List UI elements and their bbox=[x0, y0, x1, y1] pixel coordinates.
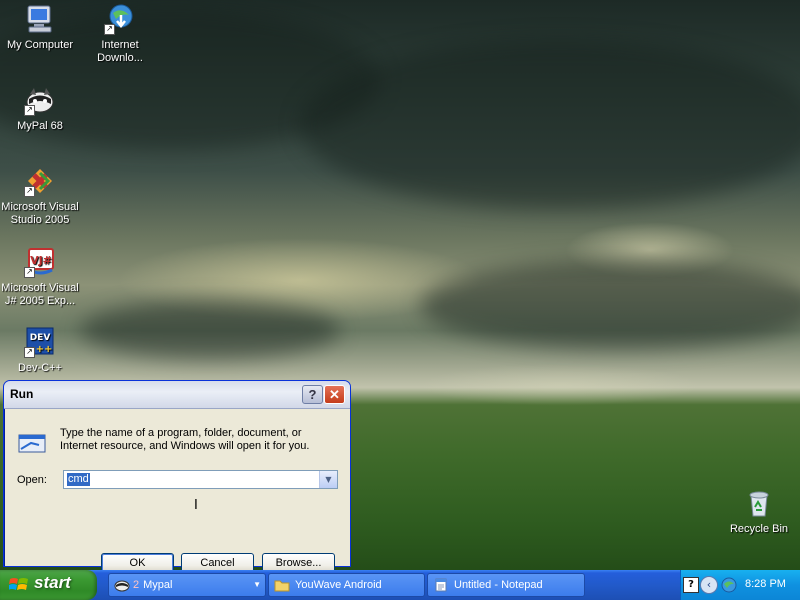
desktop-icon-mypal[interactable]: ↗ MyPal 68 bbox=[0, 84, 80, 133]
recycle-bin-icon bbox=[743, 487, 775, 519]
cancel-button[interactable]: Cancel bbox=[181, 553, 254, 570]
internet-download-manager-icon: ↗ bbox=[104, 3, 136, 35]
desktop-icon-visual-jsharp[interactable]: VJ# ↗ Microsoft Visual J# 2005 Exp... bbox=[0, 246, 80, 308]
visual-studio-icon: ↗ bbox=[24, 165, 56, 197]
dialog-title: Run bbox=[10, 387, 34, 401]
shortcut-arrow-icon: ↗ bbox=[24, 347, 35, 358]
visual-jsharp-icon: VJ# ↗ bbox=[24, 246, 56, 278]
system-tray: ? ‹ 8:28 PM bbox=[680, 570, 800, 600]
clock[interactable]: 8:28 PM bbox=[745, 578, 786, 590]
taskbar-item-label: Mypal bbox=[143, 579, 173, 591]
start-button[interactable]: start bbox=[0, 570, 97, 600]
taskbar: start 2 Mypal ▼ YouWave Android Untitled… bbox=[0, 570, 800, 600]
run-program-icon bbox=[17, 431, 49, 457]
shortcut-arrow-icon: ↗ bbox=[24, 186, 35, 197]
chevron-down-icon[interactable]: ▼ bbox=[319, 471, 337, 488]
ok-button[interactable]: OK bbox=[101, 553, 174, 570]
run-dialog-description: Type the name of a program, folder, docu… bbox=[60, 427, 310, 452]
my-computer-icon bbox=[24, 3, 56, 35]
desktop-icon-label: Dev-C++ bbox=[17, 362, 63, 374]
shortcut-arrow-icon: ↗ bbox=[24, 105, 35, 116]
desktop-icon-internet-download-manager[interactable]: ↗ Internet Downlo... bbox=[80, 3, 160, 65]
open-label: Open: bbox=[17, 474, 47, 486]
taskbar-item-label: Untitled - Notepad bbox=[454, 579, 543, 591]
dev-cpp-icon: DEV ++ ↗ bbox=[24, 326, 56, 358]
taskbar-item-label: YouWave Android bbox=[295, 579, 382, 591]
mypal-icon: ↗ bbox=[24, 84, 56, 116]
taskbar-item-mypal-group[interactable]: 2 Mypal ▼ bbox=[108, 573, 266, 597]
desktop-icon-label: Microsoft Visual J# 2005 Exp... bbox=[1, 282, 79, 307]
mypal-icon bbox=[114, 578, 130, 592]
svg-text:++: ++ bbox=[36, 344, 53, 355]
run-dialog-titlebar[interactable]: Run ? ✕ bbox=[4, 381, 350, 409]
group-count-badge: 2 bbox=[133, 579, 140, 591]
browse-button[interactable]: Browse... bbox=[262, 553, 335, 570]
shortcut-arrow-icon: ↗ bbox=[104, 24, 115, 35]
desktop-icon-label: Microsoft Visual Studio 2005 bbox=[1, 201, 79, 226]
text-cursor-icon: I bbox=[194, 498, 198, 513]
desktop-icon-label: MyPal 68 bbox=[17, 120, 63, 132]
folder-icon bbox=[274, 578, 290, 592]
start-label: start bbox=[34, 573, 71, 592]
cloud-shape bbox=[420, 260, 800, 350]
run-dialog: Run ? ✕ Type the name of a program, fold… bbox=[3, 380, 351, 570]
help-button[interactable]: ? bbox=[302, 385, 323, 404]
network-tray-icon[interactable] bbox=[721, 577, 737, 593]
shortcut-arrow-icon: ↗ bbox=[24, 267, 35, 278]
help-tray-icon[interactable]: ? bbox=[683, 577, 699, 593]
close-button[interactable]: ✕ bbox=[324, 385, 345, 404]
notepad-icon bbox=[433, 578, 449, 592]
taskbar-item-youwave[interactable]: YouWave Android bbox=[268, 573, 425, 597]
desktop-icon-recycle-bin[interactable]: Recycle Bin bbox=[719, 487, 799, 536]
desktop-icon-dev-cpp[interactable]: DEV ++ ↗ Dev-C++ bbox=[0, 326, 80, 375]
desktop-icon-my-computer[interactable]: My Computer bbox=[0, 3, 80, 52]
taskbar-item-notepad[interactable]: Untitled - Notepad bbox=[427, 573, 585, 597]
desktop: My Computer ↗ Internet Downlo... ↗ MyPal… bbox=[0, 0, 800, 570]
desktop-icon-visual-studio[interactable]: ↗ Microsoft Visual Studio 2005 bbox=[0, 165, 80, 227]
windows-logo-icon bbox=[8, 576, 29, 594]
svg-text:VJ#: VJ# bbox=[30, 254, 52, 267]
open-input-value[interactable]: cmd bbox=[67, 473, 90, 486]
cloud-shape bbox=[300, 40, 800, 210]
chevron-down-icon: ▼ bbox=[253, 580, 261, 589]
open-combobox[interactable]: cmd ▼ bbox=[63, 470, 338, 489]
desktop-icon-label: Recycle Bin bbox=[729, 523, 789, 535]
svg-text:DEV: DEV bbox=[30, 333, 51, 343]
chevron-left-icon[interactable]: ‹ bbox=[700, 576, 718, 594]
cloud-shape bbox=[80, 300, 340, 360]
desktop-icon-label: Internet Downlo... bbox=[97, 39, 143, 64]
desktop-icon-label: My Computer bbox=[6, 39, 74, 51]
